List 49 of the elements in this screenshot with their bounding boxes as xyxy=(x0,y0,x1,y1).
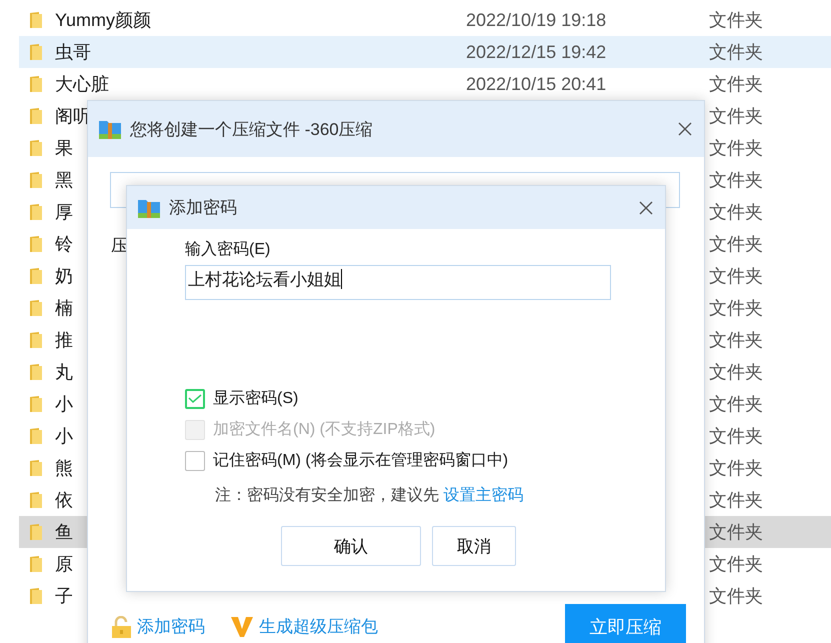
file-type: 文件夹 xyxy=(709,9,763,32)
file-type: 文件夹 xyxy=(709,297,763,320)
file-name: 熊 xyxy=(55,457,73,480)
file-name: 奶 xyxy=(55,265,73,288)
file-type: 文件夹 xyxy=(709,137,763,160)
field-label: 压 xyxy=(111,235,128,257)
file-type: 文件夹 xyxy=(709,41,763,64)
file-type: 文件夹 xyxy=(709,265,763,288)
file-type: 文件夹 xyxy=(709,361,763,384)
file-type: 文件夹 xyxy=(709,233,763,256)
file-name: 小 xyxy=(55,393,73,416)
file-name: 子 xyxy=(55,585,73,608)
file-type: 文件夹 xyxy=(709,201,763,224)
file-type: 文件夹 xyxy=(709,169,763,192)
file-name: 黑 xyxy=(55,169,73,192)
password-label: 输入密码(E) xyxy=(185,240,272,260)
file-date: 2022/10/15 20:41 xyxy=(466,74,606,94)
file-type: 文件夹 xyxy=(709,425,763,448)
file-name: 依 xyxy=(55,489,73,512)
file-type: 文件夹 xyxy=(709,585,763,608)
file-name: 楠 xyxy=(55,297,73,320)
file-date: 2022/12/15 19:42 xyxy=(466,42,606,62)
option-label: 记住密码(M) (将会显示在管理密码窗口中) xyxy=(213,450,508,471)
note-text: 注：密码没有安全加密，建议先 设置主密码 xyxy=(215,486,524,506)
file-name: 铃 xyxy=(55,233,73,256)
file-date: 2022/10/19 19:18 xyxy=(466,10,606,30)
file-name: 鱼 xyxy=(55,521,73,544)
file-type: 文件夹 xyxy=(709,329,763,352)
file-type: 文件夹 xyxy=(709,521,763,544)
file-type: 文件夹 xyxy=(709,553,763,576)
file-type: 文件夹 xyxy=(709,73,763,96)
option-label: 加密文件名(N) (不支持ZIP格式) xyxy=(213,420,436,440)
file-name: 丸 xyxy=(55,361,73,384)
file-name: 厚 xyxy=(55,201,73,224)
file-name: Yummy颜颜 xyxy=(55,9,152,32)
file-type: 文件夹 xyxy=(709,489,763,512)
file-type: 文件夹 xyxy=(709,457,763,480)
window-title: 您将创建一个压缩文件 -360压缩 xyxy=(130,118,374,140)
file-type: 文件夹 xyxy=(709,393,763,416)
file-name: 原 xyxy=(55,553,73,576)
file-name: 推 xyxy=(55,329,73,352)
dialog-title: 添加密码 xyxy=(169,197,238,219)
file-name: 小 xyxy=(55,425,73,448)
file-name: 果 xyxy=(55,137,73,160)
option-label: 显示密码(S) xyxy=(213,388,298,409)
file-name: 虫哥 xyxy=(55,41,91,64)
file-type: 文件夹 xyxy=(709,105,763,128)
file-name: 大心脏 xyxy=(55,73,109,96)
password-value: 上村花论坛看小姐姐 xyxy=(188,269,341,291)
